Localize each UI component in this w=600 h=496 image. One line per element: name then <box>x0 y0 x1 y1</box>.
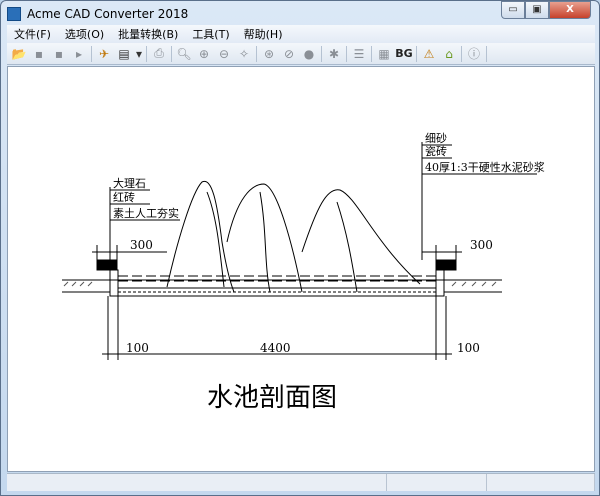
background-button[interactable]: BG <box>394 45 414 63</box>
zoom-in-icon[interactable]: ⊕ <box>194 45 214 63</box>
close-button[interactable]: X <box>549 1 591 19</box>
dim-bottom-right: 100 <box>457 341 480 355</box>
cad-drawing: 大理石 红砖 素土人工夯实 细砂 瓷砖 40厚1:3干硬性水泥砂浆 300 30… <box>62 132 545 413</box>
menu-options[interactable]: 选项(O) <box>58 26 111 42</box>
dim-top-left: 300 <box>130 238 153 252</box>
label-red-brick: 红砖 <box>113 190 135 204</box>
info-icon[interactable]: ⓘ <box>464 45 484 63</box>
user-icon[interactable]: ⚠ <box>419 45 439 63</box>
label-tile: 瓷砖 <box>425 144 447 158</box>
save-icon[interactable]: ▪ <box>29 45 49 63</box>
label-marble: 大理石 <box>113 176 146 190</box>
minimize-button[interactable]: ▭ <box>501 1 525 19</box>
drawing-canvas[interactable]: 大理石 红砖 素土人工夯实 细砂 瓷砖 40厚1:3干硬性水泥砂浆 300 30… <box>7 66 595 472</box>
zoom-window-icon[interactable]: ⊖ <box>214 45 234 63</box>
maximize-button[interactable]: ▣ <box>525 1 549 19</box>
home-icon[interactable]: ⌂ <box>439 45 459 63</box>
print-icon[interactable]: ⎙ <box>149 45 169 63</box>
rock-3 <box>301 189 421 285</box>
zoom-out-icon[interactable]: 🔍︎ <box>174 45 194 63</box>
menu-batch-convert[interactable]: 批量转换(B) <box>111 26 185 42</box>
app-window: Acme CAD Converter 2018 ▭ ▣ X 文件(F) 选项(O… <box>0 0 600 496</box>
toolbar: 📂 ▪ ▪ ▸ ✈ ▤ ▾ ⎙ 🔍︎ ⊕ ⊖ ✧ ⊛ ⊘ ● ✱ ☰ ▦ BG … <box>7 43 595 65</box>
menu-help[interactable]: 帮助(H) <box>237 26 290 42</box>
zoom-previous-icon[interactable]: ⊘ <box>279 45 299 63</box>
drawing-title: 水池剖面图 <box>207 383 337 413</box>
menu-tools[interactable]: 工具(T) <box>185 26 236 42</box>
label-compacted-soil: 素土人工夯实 <box>113 206 179 220</box>
export-icon[interactable]: ▸ <box>69 45 89 63</box>
convert-pdf-icon[interactable]: ✈ <box>94 45 114 63</box>
title-bar: Acme CAD Converter 2018 <box>7 4 188 24</box>
label-mortar: 40厚1:3干硬性水泥砂浆 <box>425 160 545 174</box>
zoom-realtime-icon[interactable]: ✧ <box>234 45 254 63</box>
window-title: Acme CAD Converter 2018 <box>27 7 189 21</box>
layers-icon[interactable]: ☰ <box>349 45 369 63</box>
label-fine-sand: 细砂 <box>425 132 447 145</box>
convert-icon[interactable]: ▤ <box>114 45 134 63</box>
menu-file[interactable]: 文件(F) <box>7 26 58 42</box>
zoom-extents-icon[interactable]: ⊛ <box>259 45 279 63</box>
save-all-icon[interactable]: ▪ <box>49 45 69 63</box>
rock-1 <box>166 180 235 293</box>
layout-icon[interactable]: ▦ <box>374 45 394 63</box>
dropdown-arrow-icon[interactable]: ▾ <box>134 45 144 63</box>
dim-top-right: 300 <box>470 238 493 252</box>
pan-icon[interactable]: ● <box>299 45 319 63</box>
app-icon <box>7 7 21 21</box>
dim-bottom-left: 100 <box>126 341 149 355</box>
dim-bottom-mid: 4400 <box>260 341 291 355</box>
status-bar <box>7 473 595 491</box>
open-folder-icon[interactable]: 📂 <box>9 45 29 63</box>
settings-icon[interactable]: ✱ <box>324 45 344 63</box>
menu-bar: 文件(F) 选项(O) 批量转换(B) 工具(T) 帮助(H) <box>7 25 595 43</box>
